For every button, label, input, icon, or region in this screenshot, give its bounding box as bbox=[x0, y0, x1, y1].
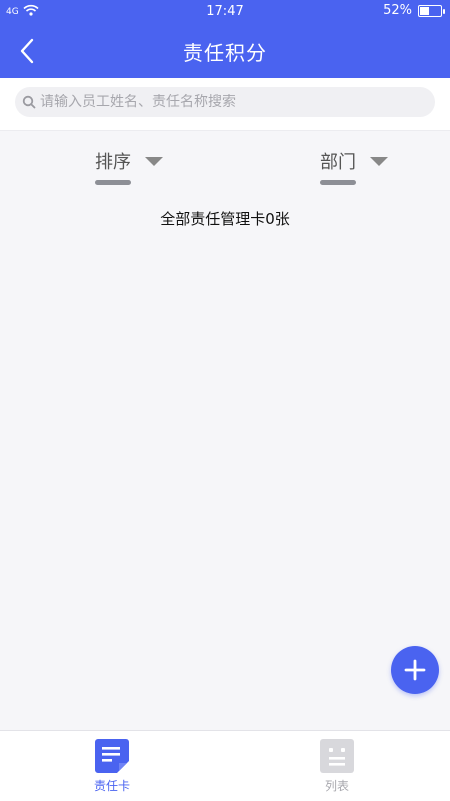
battery-icon bbox=[418, 4, 445, 17]
page-title: 责任积分 bbox=[183, 41, 267, 65]
status-bar: 4G 17:47 52% bbox=[0, 0, 450, 24]
department-filter[interactable]: 部门 bbox=[320, 148, 388, 174]
tab-label: 责任卡 bbox=[93, 779, 130, 793]
tab-bar: 责任卡 列表 bbox=[0, 730, 450, 801]
search-input[interactable] bbox=[40, 94, 400, 110]
sort-label: 排序 bbox=[95, 152, 131, 173]
tab-label: 列表 bbox=[324, 779, 349, 793]
add-button[interactable] bbox=[391, 646, 439, 694]
triangle-down-icon bbox=[370, 156, 388, 166]
document-card-icon bbox=[95, 739, 129, 773]
department-indicator bbox=[320, 180, 356, 185]
card-count-summary: 全部责任管理卡0张 bbox=[160, 210, 290, 228]
search-box[interactable] bbox=[15, 87, 435, 117]
battery-percent: 52% bbox=[383, 3, 412, 18]
navigation-bar: 责任积分 bbox=[0, 24, 450, 78]
battery-fill bbox=[420, 6, 430, 15]
sort-indicator bbox=[95, 180, 131, 185]
list-icon bbox=[320, 739, 354, 773]
department-label: 部门 bbox=[320, 152, 356, 173]
search-icon bbox=[22, 95, 36, 109]
plus-icon bbox=[404, 659, 426, 681]
header: 4G 17:47 52% 责任积分 bbox=[0, 0, 450, 78]
tab-list[interactable]: 列表 bbox=[287, 739, 387, 794]
search-section bbox=[0, 78, 450, 131]
status-right: 52% bbox=[383, 3, 445, 18]
sort-filter[interactable]: 排序 bbox=[95, 148, 163, 174]
tab-responsibility-card[interactable]: 责任卡 bbox=[62, 739, 162, 794]
triangle-down-icon bbox=[145, 156, 163, 166]
